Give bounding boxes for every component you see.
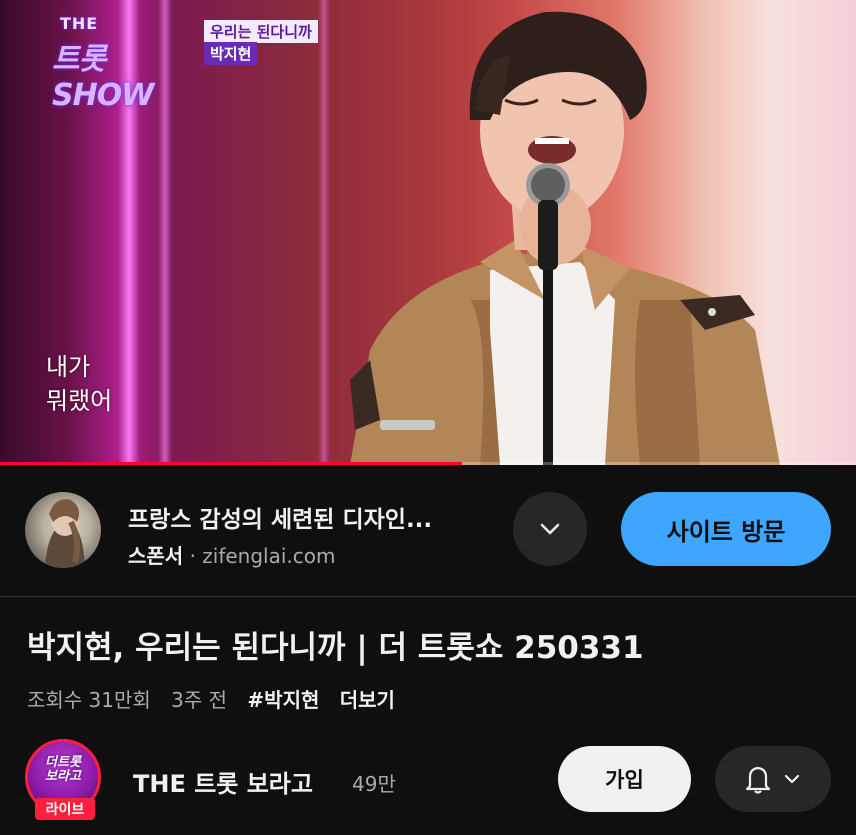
avatar-logo-text: 더트롯 보라고 (45, 755, 81, 784)
lyric-caption: 내가 뭐랬어 (46, 353, 113, 415)
more-link[interactable]: 더보기 (340, 688, 395, 712)
sponsor-label: 스폰서 (128, 544, 184, 568)
chevron-down-icon (540, 523, 560, 535)
ad-domain: zifenglai.com (202, 544, 336, 568)
show-logo: THE 트롯SHOW (52, 14, 154, 113)
video-title[interactable]: 박지현, 우리는 된다니까 | 더 트롯쇼 250331 (27, 622, 644, 667)
bell-icon (745, 766, 771, 794)
ad-thumbnail[interactable] (25, 492, 101, 568)
ad-title[interactable]: 프랑스 감성의 세련된 디자인... (128, 500, 432, 534)
stage-light (318, 0, 330, 465)
artist-caption: 박지현 (204, 42, 258, 65)
video-meta[interactable]: 조회수 31만회 3주 전 #박지현 더보기 (27, 684, 409, 713)
progress-bar-fill (0, 462, 463, 465)
hashtag-link[interactable]: #박지현 (247, 688, 319, 712)
view-count: 조회수 31만회 (27, 688, 151, 712)
song-title-caption: 우리는 된다니까 (204, 20, 318, 43)
channel-name[interactable]: THE 트롯 보라고 (133, 764, 313, 799)
join-button[interactable]: 가입 (558, 746, 691, 812)
chevron-down-icon (784, 774, 800, 784)
upload-age: 3주 전 (171, 688, 228, 712)
live-badge: 라이브 (35, 798, 95, 820)
separator: · (189, 544, 196, 568)
divider (0, 596, 856, 597)
singer-image (350, 11, 780, 465)
video-player[interactable]: THE 트롯SHOW 우리는 된다니까 박지현 내가 뭐랬어 (0, 0, 856, 465)
notification-button[interactable] (715, 746, 831, 812)
visit-site-button[interactable]: 사이트 방문 (621, 492, 831, 566)
subscriber-count: 49만 (352, 772, 396, 796)
ad-sponsor-line: 스폰서 · zifenglai.com (128, 540, 336, 569)
progress-bar[interactable] (0, 462, 856, 465)
ad-expand-button[interactable] (513, 492, 587, 566)
